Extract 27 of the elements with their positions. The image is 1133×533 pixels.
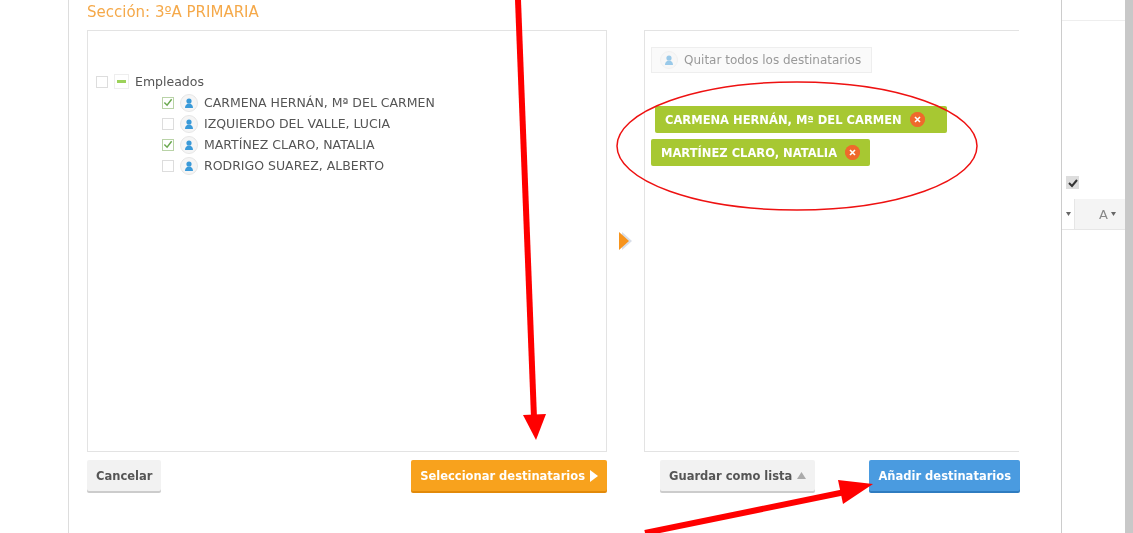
person-icon — [180, 93, 198, 112]
remove-icon[interactable] — [845, 145, 861, 160]
person-icon — [180, 156, 198, 175]
checkbox[interactable] — [96, 75, 108, 88]
tree-item-label[interactable]: MARTÍNEZ CLARO, NATALIA — [204, 137, 375, 152]
tree-item-label[interactable]: RODRIGO SUAREZ, ALBERTO — [204, 158, 384, 173]
checkbox[interactable] — [162, 138, 174, 151]
caret-icon[interactable] — [1065, 212, 1071, 216]
minus-icon[interactable] — [114, 74, 129, 89]
caret-icon — [797, 472, 807, 479]
caret-icon — [1110, 212, 1116, 216]
checkbox[interactable] — [1066, 176, 1079, 189]
person-icon — [180, 135, 198, 154]
checkbox[interactable] — [162, 117, 174, 130]
remove-icon[interactable] — [909, 112, 925, 127]
section-title: Sección: 3ºA PRIMARIA — [87, 2, 260, 23]
tree-item-label[interactable]: CARMENA HERNÁN, Mª DEL CARMEN — [204, 95, 435, 110]
person-icon — [180, 114, 198, 133]
person-icon — [660, 51, 678, 69]
play-icon — [590, 469, 598, 482]
checkbox[interactable] — [162, 159, 174, 172]
checkbox[interactable] — [162, 96, 174, 109]
save-as-list-button[interactable]: Guardar como lista — [660, 460, 816, 491]
move-right-icon[interactable] — [617, 231, 634, 251]
tree-item-label[interactable]: IZQUIERDO DEL VALLE, LUCIA — [204, 116, 390, 131]
cancel-button[interactable]: Cancelar — [87, 460, 162, 491]
tree-group-label[interactable]: Empleados — [135, 74, 204, 89]
